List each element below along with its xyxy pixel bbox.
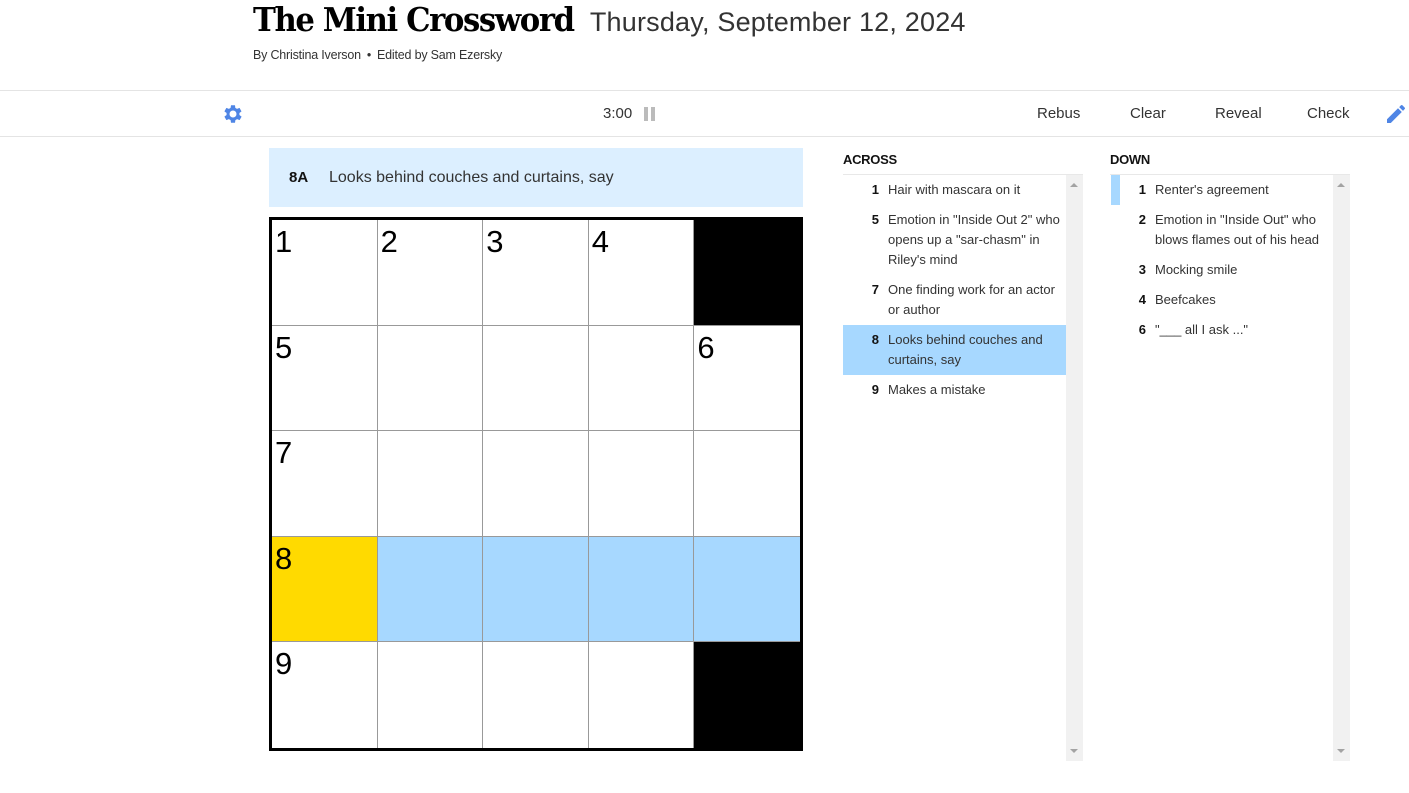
- clue-number: 6: [1138, 322, 1146, 337]
- grid-cell[interactable]: 5: [272, 325, 378, 432]
- clue-item[interactable]: 1 Hair with mascara on it: [843, 175, 1066, 205]
- clue-item[interactable]: 8 Looks behind couches and curtains, say: [843, 325, 1066, 375]
- scroll-up-icon[interactable]: [1337, 183, 1345, 187]
- grid-cell[interactable]: [588, 536, 695, 643]
- grid-cell[interactable]: [377, 325, 484, 432]
- rebus-button[interactable]: Rebus: [1037, 105, 1080, 122]
- clue-number: 3: [1138, 262, 1146, 277]
- current-clue-bar: 8A Looks behind couches and curtains, sa…: [269, 148, 803, 207]
- black-cell: [694, 220, 800, 326]
- down-clues: DOWN 1 Renter's agreement 2 Emotion in "Ins…: [1110, 148, 1350, 761]
- timer: 3:00: [603, 105, 633, 122]
- grid-cell[interactable]: [694, 431, 800, 537]
- clue-text: Looks behind couches and curtains, say: [888, 332, 1043, 367]
- pause-icon[interactable]: [644, 107, 655, 121]
- cell-number: 1: [275, 224, 293, 259]
- clue-item[interactable]: 1 Renter's agreement: [1110, 175, 1333, 205]
- clue-text: Makes a mistake: [888, 382, 986, 397]
- grid-cell[interactable]: [377, 431, 484, 537]
- clue-item[interactable]: 6 "___ all I ask ...": [1110, 315, 1333, 345]
- current-clue-label: 8A: [289, 169, 309, 186]
- current-clue-text: Looks behind couches and curtains, say: [329, 168, 614, 186]
- scroll-down-icon[interactable]: [1070, 749, 1078, 753]
- scroll-up-icon[interactable]: [1070, 183, 1078, 187]
- grid-cell[interactable]: [483, 536, 589, 643]
- crossword-grid: 1 2 3 4 5 6 7 8 9: [269, 217, 803, 751]
- clue-item[interactable]: 7 One finding work for an actor or author: [843, 275, 1066, 325]
- cell-number: 3: [486, 224, 504, 259]
- grid-cell[interactable]: 7: [272, 431, 378, 537]
- down-list: 1 Renter's agreement 2 Emotion in "Inside O…: [1110, 174, 1350, 761]
- cell-number: 9: [275, 646, 293, 682]
- clue-text: One finding work for an actor or author: [888, 282, 1055, 317]
- clear-button[interactable]: Clear: [1130, 105, 1166, 122]
- scroll-down-icon[interactable]: [1337, 749, 1345, 753]
- grid-cell[interactable]: 6: [694, 325, 800, 432]
- grid-cell[interactable]: [694, 536, 800, 643]
- clue-text: Renter's agreement: [1155, 182, 1269, 197]
- clue-number: 8: [871, 332, 879, 347]
- puzzle-date: Thursday, September 12, 2024: [589, 7, 966, 37]
- grid-cell[interactable]: [483, 642, 589, 748]
- clue-text: Emotion in "Inside Out" who blows flames…: [1155, 212, 1320, 247]
- clue-number: 4: [1138, 292, 1146, 307]
- clue-number: 2: [1138, 212, 1146, 227]
- down-scrollbar[interactable]: [1333, 175, 1350, 761]
- toolbar: 3:00 Rebus Clear Reveal Check: [0, 90, 1409, 137]
- clue-number: 5: [871, 212, 879, 227]
- editor: Edited by Sam Ezersky: [377, 48, 503, 62]
- author: By Christina Iverson: [253, 48, 361, 62]
- clue-number: 7: [871, 282, 879, 297]
- cell-number: 6: [697, 329, 715, 365]
- gear-icon[interactable]: [221, 102, 245, 126]
- cell-number: 8: [275, 540, 293, 576]
- clue-item[interactable]: 5 Emotion in "Inside Out 2" who opens up …: [843, 205, 1066, 275]
- across-scrollbar[interactable]: [1066, 175, 1083, 761]
- related-clue-marker: [1111, 175, 1120, 205]
- across-clues: ACROSS 1 Hair with mascara on it 5 Emotion …: [843, 148, 1083, 761]
- grid-cell[interactable]: [588, 325, 695, 432]
- down-title: DOWN: [1110, 152, 1150, 167]
- clue-number: 1: [871, 182, 879, 197]
- clue-text: Mocking smile: [1155, 262, 1238, 277]
- clue-item[interactable]: 9 Makes a mistake: [843, 375, 1066, 405]
- reveal-button[interactable]: Reveal: [1215, 105, 1262, 122]
- cell-number: 5: [275, 329, 293, 365]
- grid-cell[interactable]: 9: [272, 642, 378, 748]
- clue-text: Hair with mascara on it: [888, 182, 1021, 197]
- clue-item[interactable]: 4 Beefcakes: [1110, 285, 1333, 315]
- cell-number: 4: [591, 224, 610, 259]
- check-button[interactable]: Check: [1307, 105, 1350, 122]
- selected-cell[interactable]: 8: [272, 536, 378, 643]
- grid-cell[interactable]: [377, 642, 484, 748]
- clue-item[interactable]: 3 Mocking smile: [1110, 255, 1333, 285]
- cell-number: 7: [275, 435, 293, 471]
- across-title: ACROSS: [843, 152, 897, 167]
- grid-cell[interactable]: [588, 431, 695, 537]
- grid-cell[interactable]: 2: [377, 220, 484, 326]
- grid-cell[interactable]: [377, 536, 484, 643]
- black-cell: [694, 642, 800, 748]
- cell-number: 2: [380, 224, 398, 259]
- grid-cell[interactable]: [483, 325, 589, 432]
- grid-cell[interactable]: 3: [483, 220, 589, 326]
- clue-text: Beefcakes: [1155, 292, 1216, 307]
- byline: By Christina Iverson • Edited by Sam Ezers…: [253, 48, 966, 62]
- grid-cell[interactable]: [483, 431, 589, 537]
- across-list: 1 Hair with mascara on it 5 Emotion in "Ins…: [843, 174, 1083, 761]
- grid-cell[interactable]: 4: [588, 220, 695, 326]
- clue-text: "___ all I ask ...": [1155, 322, 1249, 337]
- clue-number: 9: [871, 382, 879, 397]
- puzzle-title: The Mini Crossword: [253, 0, 575, 39]
- grid-cell[interactable]: [588, 642, 695, 748]
- grid-cell[interactable]: 1: [272, 220, 378, 326]
- pencil-icon[interactable]: [1384, 102, 1408, 126]
- byline-separator: •: [366, 48, 372, 62]
- clue-item[interactable]: 2 Emotion in "Inside Out" who blows flame…: [1110, 205, 1333, 255]
- clue-text: Emotion in "Inside Out 2" who opens up a…: [888, 212, 1060, 267]
- puzzle-header: The Mini Crossword Thursday, September 1…: [253, 0, 966, 62]
